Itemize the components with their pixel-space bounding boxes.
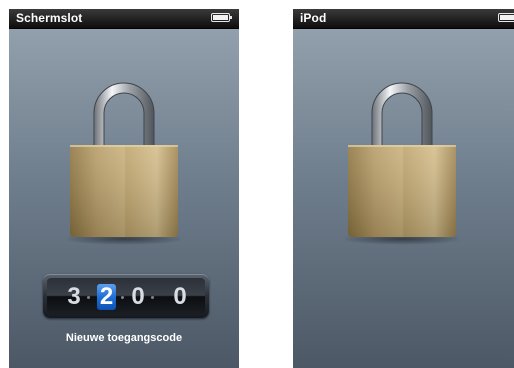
passcode-digit-4[interactable]: 0 xyxy=(171,284,189,310)
padlock-icon xyxy=(346,71,458,251)
digit-separator xyxy=(121,296,124,299)
passcode-digit-1[interactable]: 3 xyxy=(65,284,83,310)
lock-screen-locked: iPod xyxy=(293,9,514,368)
passcode-caption: Nieuwe toegangscode xyxy=(65,332,183,344)
status-bar: Schermslot xyxy=(9,9,239,29)
digit-separator xyxy=(151,296,154,299)
padlock-icon xyxy=(68,71,180,251)
status-bar: iPod xyxy=(293,9,514,29)
status-title: Schermslot xyxy=(16,11,83,25)
passcode-digit-3[interactable]: 0 xyxy=(129,284,147,310)
battery-icon xyxy=(211,13,232,22)
battery-icon xyxy=(498,13,514,22)
lock-screen-passcode: Schermslot 3 2 0 0 Nieuwe toegangscode xyxy=(9,9,239,368)
passcode-wheel[interactable]: 3 2 0 0 xyxy=(43,274,209,318)
status-title: iPod xyxy=(300,11,327,25)
passcode-digit-2-selected[interactable]: 2 xyxy=(97,284,116,310)
digit-separator xyxy=(87,296,90,299)
